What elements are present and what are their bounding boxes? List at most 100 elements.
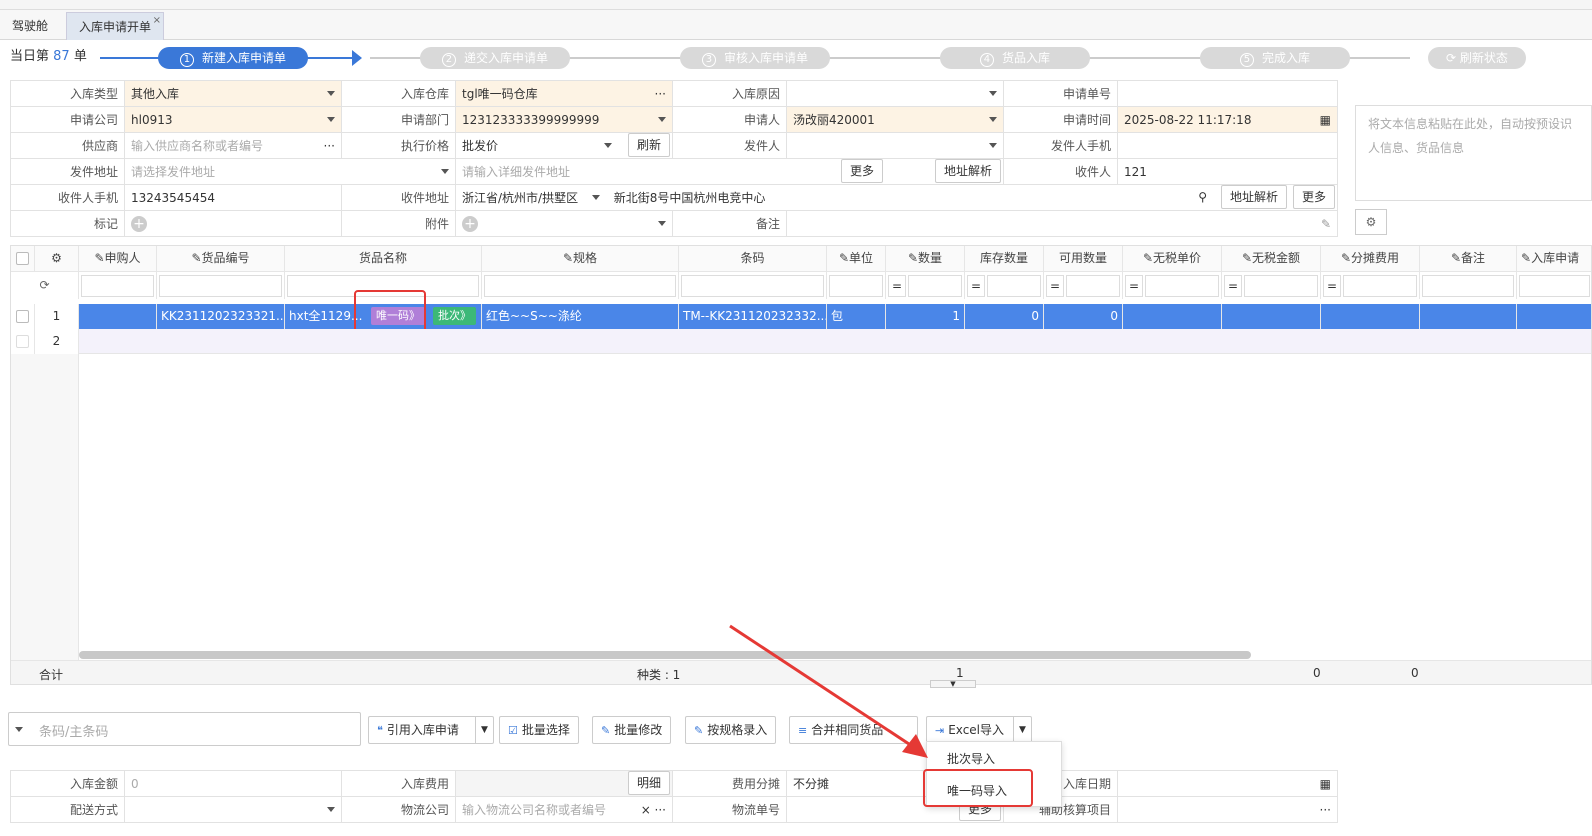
- location-pin-icon[interactable]: ⚲: [1198, 190, 1207, 204]
- table-row[interactable]: 2: [11, 329, 1591, 354]
- mark-field[interactable]: +: [124, 210, 342, 237]
- row-checkbox[interactable]: [16, 310, 29, 323]
- cell-buyer[interactable]: [79, 304, 157, 329]
- col-share[interactable]: ✎分摊费用: [1321, 246, 1420, 271]
- send-parse-button[interactable]: 地址解析: [934, 159, 1001, 183]
- step-5[interactable]: 5 完成入库: [1200, 47, 1350, 69]
- filter-code[interactable]: [157, 271, 285, 299]
- cell-share[interactable]: [1321, 304, 1420, 329]
- supplier-input[interactable]: 输入供应商名称或者编号 ···: [124, 132, 342, 159]
- col-amount[interactable]: ✎无税金额: [1222, 246, 1321, 271]
- aux-field[interactable]: ···: [1117, 796, 1338, 823]
- select-all-checkbox[interactable]: [16, 252, 29, 265]
- col-apply[interactable]: ✎入库申请: [1517, 246, 1591, 271]
- excel-import-button[interactable]: ⇥ Excel导入 ▼: [926, 716, 1032, 744]
- col-spec[interactable]: ✎规格: [482, 246, 679, 271]
- filter-unit[interactable]: [827, 271, 886, 299]
- receiver-field[interactable]: 121: [1117, 158, 1338, 185]
- row-checkbox[interactable]: [16, 335, 29, 348]
- price-select[interactable]: 批发价 刷新: [455, 132, 673, 159]
- reason-select[interactable]: [786, 80, 1004, 107]
- filter-buyer[interactable]: [79, 271, 157, 299]
- barcode-input[interactable]: 条码/主条码: [8, 712, 361, 746]
- recv-parse-button[interactable]: 地址解析: [1220, 185, 1287, 209]
- chevron-down-icon[interactable]: ▼: [1013, 717, 1031, 743]
- more-icon[interactable]: ···: [324, 139, 335, 153]
- step-4[interactable]: 4 货品入库: [940, 47, 1090, 69]
- close-icon[interactable]: ×: [153, 7, 161, 35]
- cell-apply[interactable]: [1517, 304, 1591, 329]
- col-unit-price[interactable]: ✎无税单价: [1123, 246, 1222, 271]
- cell-spec[interactable]: 红色~~S~~涤纶: [482, 304, 679, 329]
- filter-stock[interactable]: =: [965, 271, 1044, 299]
- step-3[interactable]: 3 审核入库申请单: [680, 47, 830, 69]
- remark-field[interactable]: ✎: [786, 210, 1338, 237]
- clear-more-icon[interactable]: × ···: [641, 803, 666, 817]
- batch-import-item[interactable]: 批次导入: [947, 750, 995, 767]
- cell-amount[interactable]: [1222, 304, 1321, 329]
- step-2[interactable]: 2 递交入库申请单: [420, 47, 570, 69]
- send-more-button[interactable]: 更多: [840, 159, 883, 183]
- cell-barcode[interactable]: TM--KK231120232332...: [679, 304, 827, 329]
- date-field[interactable]: ▦: [1117, 770, 1338, 797]
- filter-qty[interactable]: =: [886, 271, 965, 299]
- col-barcode[interactable]: 条码: [679, 246, 827, 271]
- calendar-icon[interactable]: ▦: [1320, 777, 1331, 791]
- chevron-down-icon[interactable]: ▼: [475, 717, 493, 743]
- gear-icon[interactable]: ⚙: [35, 246, 79, 271]
- col-qty[interactable]: ✎数量: [886, 246, 965, 271]
- apptime-field[interactable]: 2025-08-22 11:17:18 ▦: [1117, 106, 1338, 133]
- filter-barcode[interactable]: [679, 271, 827, 299]
- type-select[interactable]: 其他入库: [124, 80, 342, 107]
- batch-edit-button[interactable]: ✎ 批量修改: [592, 716, 672, 744]
- refresh-button[interactable]: 刷新: [627, 133, 670, 157]
- cell-code[interactable]: KK2311202323321...: [157, 304, 285, 329]
- filter-remark[interactable]: [1420, 271, 1517, 299]
- horizontal-scrollbar[interactable]: [79, 651, 1251, 659]
- col-stock[interactable]: 库存数量: [965, 246, 1044, 271]
- attach-field[interactable]: +: [455, 210, 673, 237]
- cell-remark[interactable]: [1420, 304, 1517, 329]
- refresh-icon[interactable]: ⟳: [11, 271, 79, 299]
- applicant-select[interactable]: 汤改丽420001: [786, 106, 1004, 133]
- recv-addr-field[interactable]: 浙江省/杭州市/拱墅区 新北街8号中国杭州电竞中心 ⚲ 地址解析 更多: [455, 184, 1338, 211]
- sender-phone-field[interactable]: [1117, 132, 1338, 159]
- more-icon[interactable]: ···: [1320, 803, 1331, 817]
- filter-avail[interactable]: =: [1044, 271, 1123, 299]
- filter-unit-price[interactable]: =: [1123, 271, 1222, 299]
- calendar-icon[interactable]: ▦: [1320, 113, 1331, 127]
- cell-unit-price[interactable]: [1123, 304, 1222, 329]
- filter-share[interactable]: =: [1321, 271, 1420, 299]
- col-code[interactable]: ✎货品编号: [157, 246, 285, 271]
- step-1[interactable]: 1 新建入库申请单: [158, 47, 308, 69]
- col-avail[interactable]: 可用数量: [1044, 246, 1123, 271]
- sender-select[interactable]: [786, 132, 1004, 159]
- fee-field[interactable]: 明细: [455, 770, 673, 797]
- add-icon[interactable]: +: [131, 215, 147, 232]
- add-icon[interactable]: +: [462, 215, 478, 232]
- batch-select-button[interactable]: ☑ 批量选择: [499, 716, 579, 744]
- logistics-input[interactable]: 输入物流公司名称或者编号 × ···: [455, 796, 673, 823]
- cell-unit[interactable]: 包: [827, 304, 886, 329]
- recv-more-button[interactable]: 更多: [1292, 185, 1335, 209]
- filter-amount[interactable]: =: [1222, 271, 1321, 299]
- col-name[interactable]: 货品名称: [285, 246, 482, 271]
- tab-cockpit[interactable]: 驾驶舱: [0, 12, 60, 40]
- dept-select[interactable]: 123123333399999999: [455, 106, 673, 133]
- warehouse-picker[interactable]: tgl唯一码仓库 ···: [455, 80, 673, 107]
- col-remark[interactable]: ✎备注: [1420, 246, 1517, 271]
- batch-tag[interactable]: 批次》: [433, 307, 476, 325]
- more-icon[interactable]: ···: [655, 87, 666, 101]
- cite-apply-button[interactable]: ❝ 引用入库申请 ▼: [368, 716, 494, 744]
- send-detail-input[interactable]: 请输入详细发件地址 更多 地址解析: [455, 158, 1004, 185]
- table-row[interactable]: 1 KK2311202323321... hxt全1129... 唯一码》 批次…: [11, 304, 1591, 329]
- gear-icon[interactable]: ⚙: [1355, 209, 1387, 235]
- col-unit[interactable]: ✎单位: [827, 246, 886, 271]
- recv-phone-field[interactable]: 13243545454: [124, 184, 342, 211]
- filter-apply[interactable]: [1517, 271, 1591, 299]
- filter-spec[interactable]: [482, 271, 679, 299]
- refresh-status-button[interactable]: ⟳ 刷新状态: [1428, 47, 1526, 69]
- company-select[interactable]: hl0913: [124, 106, 342, 133]
- fee-detail-button[interactable]: 明细: [627, 771, 670, 795]
- edit-icon[interactable]: ✎: [1321, 217, 1331, 231]
